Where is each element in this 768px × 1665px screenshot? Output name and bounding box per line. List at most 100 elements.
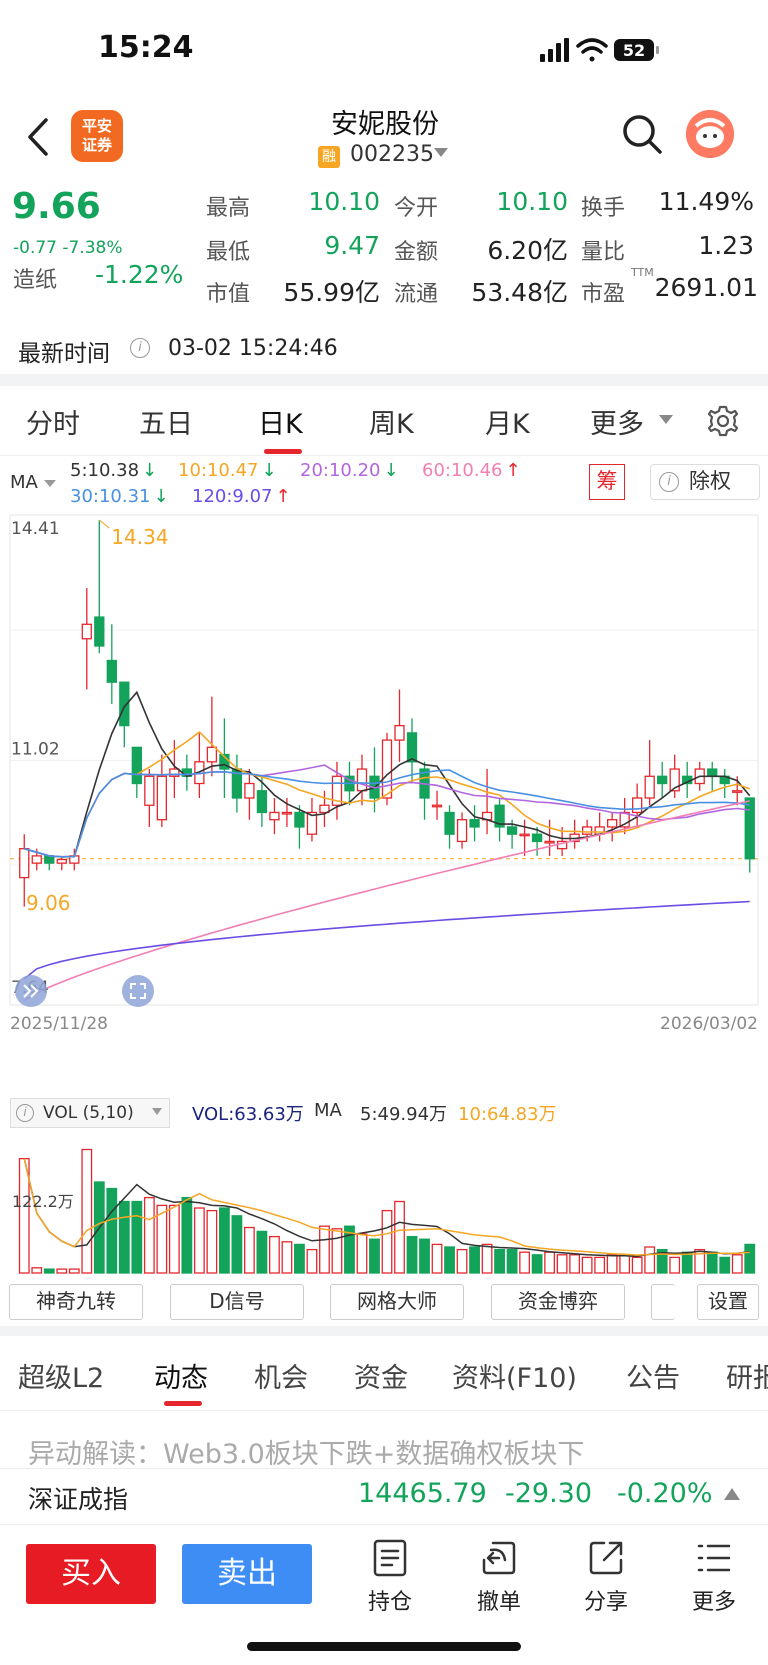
kline-chart[interactable]: 14.4111.027.642025/11/282026/03/0214.349… [0,505,768,1045]
ma60-line [23,800,750,1002]
arrow-down-icon: ↓ [383,460,399,481]
position-label[interactable]: 持仓 [350,1584,430,1616]
ma-legend-item: 10:10.47 ↓ [178,460,277,481]
volume-bar [431,1243,443,1274]
candle [444,805,455,849]
quote-value: 1.23 [698,231,754,260]
volume-bar [681,1251,693,1274]
volume-bar [281,1241,293,1274]
tab-daily-k[interactable]: 日K [258,402,303,441]
candle-body [206,746,218,763]
gear-icon[interactable] [706,404,740,438]
tab-announcements[interactable]: 公告 [626,1356,680,1395]
tab-opportunity[interactable]: 机会 [254,1356,308,1395]
arrow-up-icon: ↑ [275,486,291,507]
quote-label: 换手 [581,196,626,221]
more-menu-icon[interactable] [694,1538,734,1578]
volume-bar [356,1233,368,1274]
volume-bar [106,1187,118,1274]
tab-super-l2[interactable]: 超级L2 [18,1356,104,1395]
buy-button[interactable]: 买入 [26,1544,156,1604]
candle [206,696,218,777]
search-icon[interactable] [620,112,664,156]
volume-bar [631,1256,643,1274]
tab-5day[interactable]: 五日 [139,402,193,441]
volume-bar [606,1254,618,1274]
tab-weekly-k[interactable]: 周K [369,402,414,441]
volume-bar [381,1209,393,1274]
tab-news[interactable]: 动态 [154,1356,208,1395]
share-icon[interactable] [586,1538,626,1578]
quote-value: 6.20亿 [487,236,568,265]
chevron-up-icon[interactable] [724,1488,740,1500]
candle-body [269,811,280,821]
info-icon: i [16,1104,34,1122]
info-icon[interactable]: i [130,338,150,358]
back-icon[interactable] [20,112,60,162]
cancel-order-label[interactable]: 撤单 [459,1584,539,1616]
candle [369,747,380,813]
volume-bar [206,1209,218,1274]
avatar[interactable] [686,110,734,158]
stock-code[interactable]: 002235 [350,142,434,167]
index-value: 14465.79 [358,1478,487,1509]
candle-body [394,724,405,741]
divider [0,1326,768,1336]
chevron-down-icon[interactable] [44,480,56,487]
x-axis-start-date: 2025/11/28 [10,1014,108,1034]
volume-ma10: 10:64.83万 [458,1104,557,1125]
candle [519,819,530,856]
index-name: 深证成指 [28,1485,129,1514]
candle [69,848,80,871]
cancel-order-icon[interactable] [479,1538,519,1578]
svg-text:52: 52 [623,41,645,60]
quote-value: 2691.01 [654,273,758,302]
chevron-down-icon[interactable] [434,148,448,157]
tab-monthly-k[interactable]: 月K [485,402,530,441]
volume-bar [31,1267,43,1274]
volume-chart[interactable]: 122.2万 [0,1127,768,1277]
position-icon[interactable] [370,1538,410,1578]
candle-body [356,768,368,792]
fullscreen-icon [122,975,154,1007]
candle-body [519,833,530,837]
share-label[interactable]: 分享 [566,1584,646,1616]
tab-more[interactable]: 更多 [590,402,644,441]
volume-indicator-select[interactable]: VOL (5,10) [10,1098,170,1128]
price-change: -0.77 -7.38% [13,238,123,258]
tab-f10[interactable]: 资料(F10) [452,1356,577,1395]
indicator-settings-button[interactable]: 设置 [697,1284,759,1320]
volume-bar [506,1248,518,1274]
indicator-button[interactable] [651,1284,675,1320]
volume-bar [118,1200,130,1274]
tab-research[interactable]: 研报 [726,1356,768,1395]
volume-bar [494,1248,505,1274]
news-headline[interactable]: 异动解读：Web3.0板块下跌+数据确权板块下 [28,1432,584,1471]
candle [594,812,605,842]
candle-body [156,775,168,821]
candle-body [281,811,293,815]
chip-distribution-button[interactable]: 筹 [589,464,625,500]
candle [94,520,105,654]
index-percent: -0.20% [617,1478,713,1509]
candle [194,732,205,798]
tab-funds[interactable]: 资金 [354,1356,408,1395]
quote-value: 10.10 [308,187,380,216]
candle [56,855,67,871]
candle [494,797,505,842]
chevron-down-icon[interactable] [659,415,673,424]
candle [244,769,255,820]
volume-bar [244,1226,255,1274]
indicator-button[interactable]: D信号 [170,1284,304,1320]
indicator-button[interactable]: 资金博弈 [491,1284,625,1320]
volume-bar [81,1148,93,1274]
quote-label: 市值 [206,282,251,307]
status-time: 15:24 [98,30,194,65]
indicator-button[interactable]: 神奇九转 [9,1284,143,1320]
tab-intraday[interactable]: 分时 [26,402,80,441]
more-label[interactable]: 更多 [674,1584,754,1616]
quote-label: 最低 [206,240,251,265]
candle-body [744,797,755,860]
sell-button[interactable]: 卖出 [182,1544,312,1604]
indicator-button[interactable]: 网格大师 [330,1284,464,1320]
